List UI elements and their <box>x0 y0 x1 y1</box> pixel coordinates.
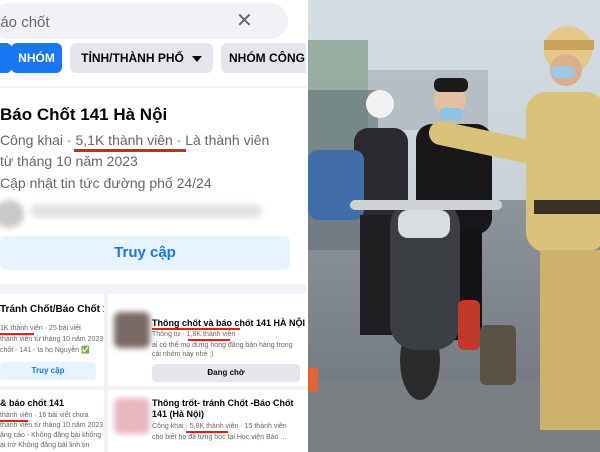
visit-button[interactable]: Truy cập <box>0 236 290 270</box>
blurred-text <box>30 204 262 218</box>
pending-button[interactable]: Đang chờ <box>152 364 300 382</box>
facebook-search-screenshot: báo chốt ✕ NHÓM TỈNH/THÀNH PHỐ NHÓM CÔNG… <box>0 0 306 452</box>
result-meta: thành viên · 16 bài viết chưa <box>0 411 88 420</box>
red-bag <box>458 300 480 350</box>
red-underline <box>74 149 186 152</box>
traffic-cone <box>308 368 318 392</box>
post-count: · 25 bài viết <box>42 325 81 332</box>
result-title[interactable]: Tránh Chốt/Báo Chốt 141 (Nhóm <box>0 304 104 315</box>
result-line: ại trở Không đăng bài linh tin <box>0 442 90 449</box>
result-line: thành viên từ tháng 10 năm 2023 <box>0 336 104 343</box>
search-input[interactable]: báo chốt <box>0 14 50 31</box>
headlight <box>398 210 450 238</box>
result-line: thành viên từ tháng 10 năm 2023 <box>0 422 104 429</box>
result-title[interactable]: & báo chốt 141 <box>0 398 64 409</box>
result-card[interactable]: & báo chốt 141 thành viên · 16 bài viết … <box>0 390 104 452</box>
group-name[interactable]: Báo Chốt 141 Hà Nội <box>0 105 167 125</box>
close-icon[interactable]: ✕ <box>236 9 253 33</box>
white-helmet <box>366 90 394 118</box>
result-title[interactable]: Thông trốt- tránh Chốt -Báo Chốt <box>152 398 293 409</box>
result-line: cái nhóm này nhé :) <box>152 351 214 358</box>
officer-trousers <box>540 250 600 430</box>
rubber-boot <box>480 325 516 385</box>
privacy-label: Công khai · <box>152 423 190 430</box>
traffic-police-photo <box>308 0 600 452</box>
photo-illustration <box>308 0 600 452</box>
post-count: · 16 bài viết chưa <box>32 412 89 419</box>
result-line: ăng cáo - Không đăng bài không <box>0 432 102 439</box>
police-uniform <box>526 92 600 252</box>
result-card[interactable]: Tránh Chốt/Báo Chốt 141 (Nhóm 1K thành v… <box>0 294 104 386</box>
filter-city[interactable]: TỈNH/THÀNH PHỐ <box>70 43 213 73</box>
membership-label: · Là thành viên <box>172 132 270 148</box>
filter-public-groups[interactable]: NHÓM CÔNG <box>221 43 306 73</box>
privacy-label: Công khai · <box>0 132 76 148</box>
result-line: ai có thể mọ dưng hong đăng bán hàng tro… <box>152 342 293 349</box>
result-title-cont: 141 (Hà Nội) <box>152 409 205 419</box>
filter-city-label: TỈNH/THÀNH PHỐ <box>81 51 184 65</box>
result-card[interactable]: Thông trốt- tránh Chốt -Báo Chốt 141 (Hà… <box>108 390 306 452</box>
helmet-brim <box>544 40 594 50</box>
handlebar <box>350 200 502 210</box>
group-thumbnail <box>114 398 150 434</box>
group-meta: Công khai · 5,1K thành viên · Là thành v… <box>0 132 269 148</box>
red-underline <box>152 328 240 330</box>
results-grid: Tránh Chốt/Báo Chốt 141 (Nhóm 1K thành v… <box>0 294 306 452</box>
member-count: 5,8K thành viên <box>189 423 239 430</box>
group-thumbnail <box>114 312 150 348</box>
blurred-avatar <box>0 200 24 228</box>
member-extra: · 15 thành viên <box>238 423 287 430</box>
chevron-down-icon <box>191 55 202 62</box>
officer-mask <box>552 66 574 78</box>
face-mask <box>440 108 462 120</box>
member-count: 1K thành viên <box>0 325 43 332</box>
result-line: chốt - 141 - ta họ Nguyễn ✅ <box>0 347 90 354</box>
search-bar[interactable]: báo chốt ✕ <box>0 3 288 39</box>
result-meta: Công khai · 5,8K thành viên · 15 thành v… <box>152 422 287 431</box>
member-count: 1,8K thành viên <box>186 331 236 338</box>
member-count: 5,1K thành viên <box>75 132 173 148</box>
black-cap <box>434 78 468 92</box>
group-result-card[interactable]: Báo Chốt 141 Hà Nội Công khai · 5,1K thà… <box>0 88 306 284</box>
visit-button[interactable]: Truy cập <box>0 362 96 380</box>
result-line: cho biết họ đã từng học tại Học viện Báo… <box>152 434 287 441</box>
member-count: thành viên <box>0 412 33 419</box>
member-since: từ tháng 10 năm 2023 <box>0 153 138 169</box>
filter-groups[interactable]: NHÓM <box>11 43 62 73</box>
result-meta: Thông tư · 1,8K thành viên <box>152 331 236 338</box>
duty-belt <box>534 200 600 214</box>
result-subtitle: Thông tư <box>152 331 181 338</box>
result-card[interactable]: Thông chốt và báo chốt 141 HÀ NỘI Thông … <box>108 294 306 386</box>
group-description: Cập nhật tin tức đường phố 24/24 <box>0 175 212 191</box>
result-meta: 1K thành viên · 25 bài viết <box>0 324 81 333</box>
